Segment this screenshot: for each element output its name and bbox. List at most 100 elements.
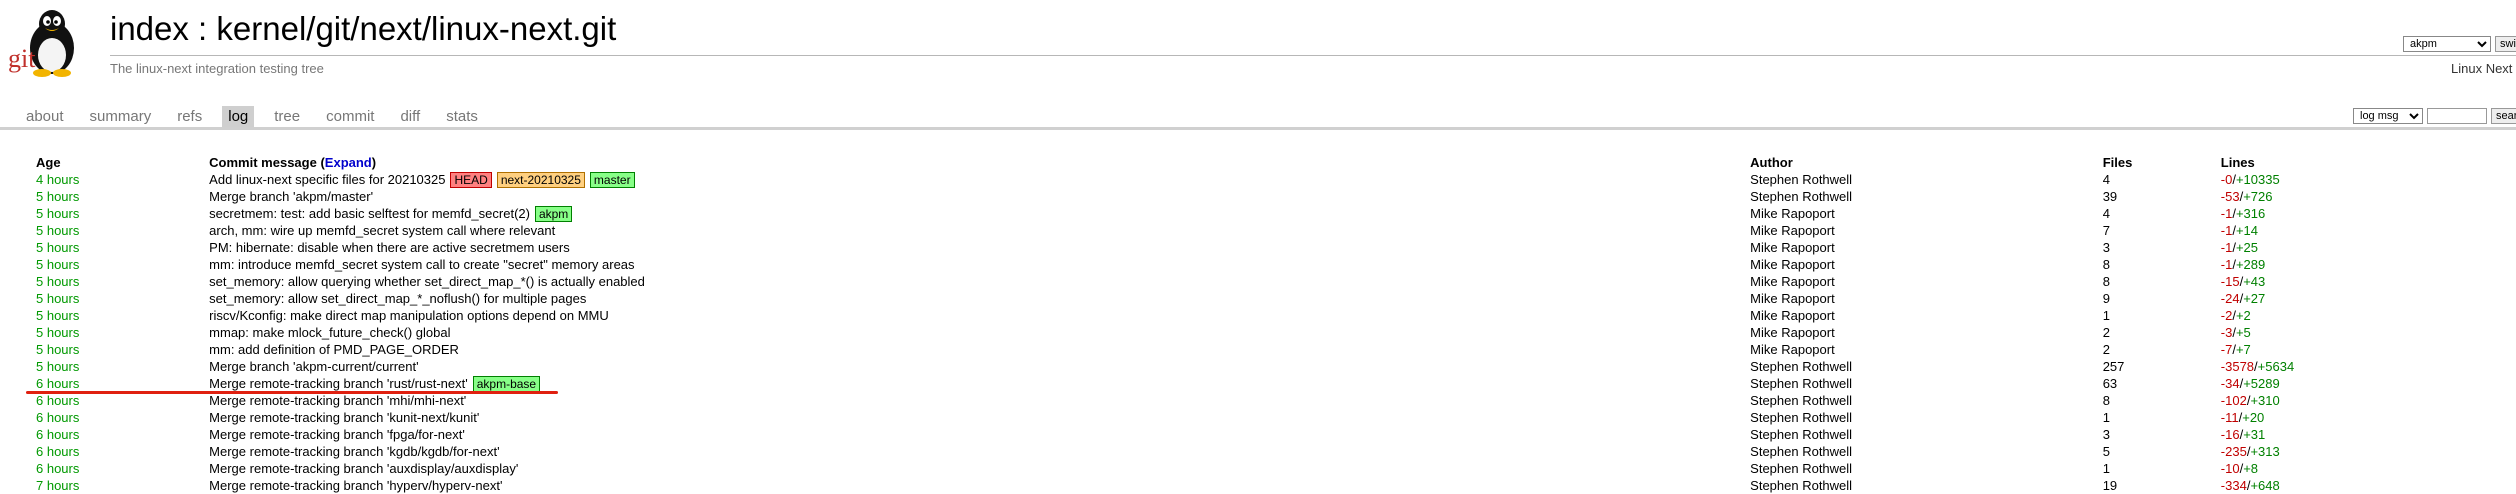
- commit-message-link[interactable]: riscv/Kconfig: make direct map manipulat…: [209, 308, 609, 323]
- branch-decoration-badge[interactable]: akpm: [534, 205, 573, 222]
- branch-decoration-badge[interactable]: akpm-base: [472, 375, 541, 392]
- table-row[interactable]: 5 hours set_memory: allow set_direct_map_…: [36, 290, 2516, 307]
- commit-message-link[interactable]: Merge branch 'akpm-current/current': [209, 359, 418, 374]
- commit-message-cell: Merge remote-tracking branch 'fpga/for-n…: [209, 426, 1750, 443]
- search-type-select[interactable]: log msg: [2353, 108, 2423, 124]
- lines-deleted: -102: [2220, 393, 2247, 408]
- table-row[interactable]: 6 hours Merge remote-tracking branch 'rus…: [36, 375, 2516, 392]
- commit-message-header-label: Commit message: [209, 155, 317, 170]
- commit-message-link[interactable]: Merge remote-tracking branch 'auxdisplay…: [209, 461, 518, 476]
- table-row[interactable]: 5 hours arch, mm: wire up memfd_secret sy…: [36, 222, 2516, 239]
- commit-author: Mike Rapoport: [1750, 274, 1835, 289]
- commit-message-cell: Merge remote-tracking branch 'kgdb/kgdb/…: [209, 443, 1750, 460]
- commit-author: Stephen Rothwell: [1750, 444, 1853, 459]
- lines-deleted: -235: [2220, 444, 2247, 459]
- commit-age: 6 hours: [36, 410, 80, 425]
- commit-message-link[interactable]: Add linux-next specific files for 202103…: [209, 172, 445, 187]
- table-row[interactable]: 5 hours riscv/Kconfig: make direct map ma…: [36, 307, 2516, 324]
- commit-message-link[interactable]: Merge remote-tracking branch 'hyperv/hyp…: [209, 478, 502, 493]
- tab-log[interactable]: log: [222, 106, 255, 127]
- git-logo[interactable]: git: [6, 6, 90, 78]
- table-row[interactable]: 5 hours set_memory: allow querying whethe…: [36, 273, 2516, 290]
- files-changed: 4: [2102, 206, 2110, 221]
- tab-refs[interactable]: refs: [171, 106, 208, 127]
- table-row[interactable]: 6 hours Merge remote-tracking branch 'mhi…: [36, 392, 2516, 409]
- table-row[interactable]: 5 hours PM: hibernate: disable when there…: [36, 239, 2516, 256]
- lines-deleted: -10: [2220, 461, 2240, 476]
- lines-added: +31: [2243, 427, 2266, 442]
- search-input[interactable]: [2427, 108, 2487, 124]
- files-changed: 8: [2102, 393, 2110, 408]
- lines-changed: -2/+2: [2221, 307, 2516, 324]
- commit-message-link[interactable]: mmap: make mlock_future_check() global: [209, 325, 450, 340]
- lines-deleted: -16: [2220, 427, 2240, 442]
- files-changed: 3: [2102, 240, 2110, 255]
- commit-message-link[interactable]: mm: add definition of PMD_PAGE_ORDER: [209, 342, 459, 357]
- tab-stats[interactable]: stats: [440, 106, 484, 127]
- tab-tree[interactable]: tree: [268, 106, 306, 127]
- commit-author: Stephen Rothwell: [1750, 189, 1853, 204]
- tab-summary[interactable]: summary: [84, 106, 158, 127]
- lines-added: +289: [2235, 257, 2266, 272]
- expand-close-paren: ): [371, 155, 377, 170]
- commit-message-link[interactable]: arch, mm: wire up memfd_secret system ca…: [209, 223, 555, 238]
- commit-message-header: Commit message (Expand): [209, 154, 1750, 171]
- lines-added: +726: [2243, 189, 2273, 204]
- table-row[interactable]: 5 hours Merge branch 'akpm/master' Stephen…: [36, 188, 2516, 205]
- commit-message-link[interactable]: Merge branch 'akpm/master': [209, 189, 373, 204]
- commit-message-cell: set_memory: allow querying whether set_d…: [209, 273, 1750, 290]
- commit-message-link[interactable]: set_memory: allow querying whether set_d…: [209, 274, 645, 289]
- files-changed: 4: [2102, 172, 2110, 187]
- table-row[interactable]: 5 hours mm: add definition of PMD_PAGE_OR…: [36, 341, 2516, 358]
- commit-message-link[interactable]: set_memory: allow set_direct_map_*_noflu…: [209, 291, 586, 306]
- tab-diff[interactable]: diff: [394, 106, 426, 127]
- commit-message-cell: mmap: make mlock_future_check() global: [209, 324, 1750, 341]
- head-decoration-badge[interactable]: HEAD: [450, 171, 492, 188]
- table-row[interactable]: 4 hours Add linux-next specific files for…: [36, 171, 2516, 188]
- files-changed: 1: [2102, 461, 2110, 476]
- commit-log-table: Age Commit message (Expand) Author Files…: [36, 154, 2516, 494]
- commit-message-cell: Add linux-next specific files for 202103…: [209, 171, 1750, 188]
- table-row[interactable]: 6 hours Merge remote-tracking branch 'aux…: [36, 460, 2516, 477]
- search-button[interactable]: search: [2491, 108, 2516, 124]
- branch-select[interactable]: akpm: [2403, 36, 2491, 52]
- table-row[interactable]: 5 hours mm: introduce memfd_secret system…: [36, 256, 2516, 273]
- lines-added: +648: [2250, 478, 2280, 493]
- lines-changed: -3578/+5634: [2221, 358, 2516, 375]
- commit-message-link[interactable]: Merge remote-tracking branch 'kunit-next…: [209, 410, 479, 425]
- commit-author: Stephen Rothwell: [1750, 410, 1853, 425]
- commit-message-link[interactable]: mm: introduce memfd_secret system call t…: [209, 257, 634, 272]
- commit-author: Stephen Rothwell: [1750, 427, 1853, 442]
- lines-added: +25: [2235, 240, 2259, 255]
- lines-changed: -334/+648: [2221, 477, 2516, 494]
- table-row[interactable]: 5 hours secretmem: test: add basic selfte…: [36, 205, 2516, 222]
- table-row[interactable]: 6 hours Merge remote-tracking branch 'fpg…: [36, 426, 2516, 443]
- expand-link[interactable]: Expand: [325, 155, 372, 170]
- commit-message-link[interactable]: PM: hibernate: disable when there are ac…: [209, 240, 570, 255]
- repo-title[interactable]: index : kernel/git/next/linux-next.git: [110, 10, 616, 48]
- tab-about[interactable]: about: [20, 106, 70, 127]
- lines-deleted: -1: [2220, 257, 2233, 272]
- tab-commit[interactable]: commit: [320, 106, 380, 127]
- switch-button[interactable]: switch: [2495, 36, 2516, 52]
- branch-decoration-badge[interactable]: master: [589, 171, 635, 188]
- commit-message-link[interactable]: Merge remote-tracking branch 'fpga/for-n…: [209, 427, 465, 442]
- lines-deleted: -34: [2220, 376, 2240, 391]
- lines-added: +43: [2243, 274, 2266, 289]
- table-row[interactable]: 6 hours Merge remote-tracking branch 'kun…: [36, 409, 2516, 426]
- lines-added: +7: [2235, 342, 2251, 357]
- commit-message-link[interactable]: Merge remote-tracking branch 'mhi/mhi-ne…: [209, 393, 466, 408]
- commit-message-link[interactable]: secretmem: test: add basic selftest for …: [209, 206, 530, 221]
- lines-deleted: -3: [2220, 325, 2233, 340]
- commit-message-link[interactable]: Merge remote-tracking branch 'kgdb/kgdb/…: [209, 444, 499, 459]
- table-row[interactable]: 5 hours Merge branch 'akpm-current/curren…: [36, 358, 2516, 375]
- commit-age: 5 hours: [36, 274, 80, 289]
- commit-age: 5 hours: [36, 291, 80, 306]
- commit-message-link[interactable]: Merge remote-tracking branch 'rust/rust-…: [209, 376, 468, 391]
- lines-changed: -1/+14: [2221, 222, 2516, 239]
- table-row[interactable]: 7 hours Merge remote-tracking branch 'hyp…: [36, 477, 2516, 494]
- commit-age: 6 hours: [36, 427, 80, 442]
- table-row[interactable]: 6 hours Merge remote-tracking branch 'kgd…: [36, 443, 2516, 460]
- tag-decoration-badge[interactable]: next-20210325: [496, 171, 585, 188]
- table-row[interactable]: 5 hours mmap: make mlock_future_check() g…: [36, 324, 2516, 341]
